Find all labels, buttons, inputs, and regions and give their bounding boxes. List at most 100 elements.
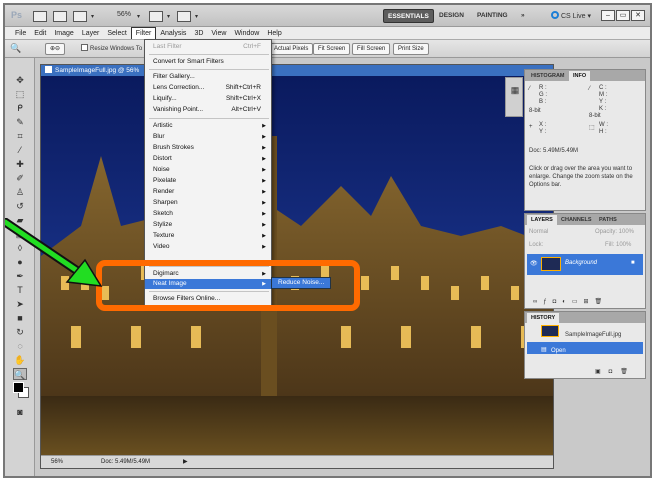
chevron-down-icon[interactable]: ▾ — [137, 13, 140, 20]
fit-screen-button[interactable]: Fit Screen — [313, 43, 351, 55]
menu-item-vanishing-point[interactable]: Vanishing Point... Alt+Ctrl+V — [145, 105, 271, 115]
restore-icon[interactable]: ▭ — [616, 10, 630, 21]
tab-paths[interactable]: PATHS — [595, 215, 621, 225]
menu-item-video[interactable]: Video ▶ — [145, 242, 271, 252]
menu-analysis[interactable]: Analysis — [156, 27, 190, 39]
path-select-tool-icon[interactable]: ➤ — [13, 298, 27, 310]
view-extras-icon[interactable] — [73, 11, 87, 22]
layer-name: Background — [565, 260, 598, 266]
healing-brush-tool-icon[interactable]: ✚ — [13, 158, 27, 170]
info-g: G : — [539, 92, 548, 98]
resize-windows-checkbox[interactable]: Resize Windows To — [81, 44, 142, 52]
layer-row[interactable]: 👁 Background ■ — [527, 254, 643, 275]
menu-item-sketch[interactable]: Sketch ▶ — [145, 209, 271, 219]
info-k: K : — [599, 106, 607, 112]
menu-item-artistic[interactable]: Artistic ▶ — [145, 121, 271, 131]
zoom-level[interactable]: 56% — [117, 11, 131, 18]
menu-file[interactable]: File — [11, 27, 30, 39]
menu-item-stylize[interactable]: Stylize ▶ — [145, 220, 271, 230]
3d-orbit-tool-icon[interactable]: ◌ — [13, 340, 27, 352]
menu-window[interactable]: Window — [230, 27, 263, 39]
mini-bridge-icon[interactable] — [53, 11, 67, 22]
menu-item-pixelate[interactable]: Pixelate ▶ — [145, 176, 271, 186]
tab-histogram[interactable]: HISTOGRAM — [527, 71, 569, 81]
workspace-design[interactable]: DESIGN — [435, 9, 468, 23]
minimize-icon[interactable]: – — [601, 10, 615, 21]
chevron-down-icon[interactable]: ▾ — [195, 13, 198, 20]
brush-tool-icon[interactable]: ✐ — [13, 172, 27, 184]
chevron-down-icon[interactable]: ▾ — [91, 13, 94, 20]
menu-help[interactable]: Help — [263, 27, 285, 39]
document-tab[interactable]: SampleImageFull.jpg @ 56% — [41, 65, 553, 76]
lasso-tool-icon[interactable]: ᑭ — [13, 102, 27, 114]
fill-screen-button[interactable]: Fill Screen — [352, 43, 391, 55]
zoom-tool-icon[interactable]: 🔍 — [13, 368, 27, 380]
menu-item-lens-correction[interactable]: Lens Correction... Shift+Ctrl+R — [145, 83, 271, 93]
hand-tool-icon[interactable]: ✋ — [13, 354, 27, 366]
history-state-name: Open — [551, 348, 566, 354]
screen-mode-icon[interactable] — [177, 11, 191, 22]
quick-select-tool-icon[interactable]: ✎ — [13, 116, 27, 128]
menu-item-noise[interactable]: Noise ▶ — [145, 165, 271, 175]
history-snapshot[interactable]: SampleImageFull.jpg — [527, 325, 643, 338]
tab-layers[interactable]: LAYERS — [527, 215, 557, 225]
opacity-field[interactable]: Opacity: 100% — [595, 229, 634, 235]
cs-live-button[interactable]: CS Live ▾ — [551, 11, 591, 20]
menu-3d[interactable]: 3D — [190, 27, 207, 39]
zoom-mode-icon[interactable]: ⊕⊖ — [45, 43, 66, 55]
lock-icon: ■ — [631, 260, 635, 266]
foreground-color-swatch[interactable] — [13, 382, 24, 393]
menu-item-filter-gallery[interactable]: Filter Gallery... — [145, 72, 271, 82]
menu-item-last-filter[interactable]: Last Filter Ctrl+F — [145, 42, 271, 52]
print-size-button[interactable]: Print Size — [393, 43, 429, 55]
eyedropper-tool-icon[interactable]: ⁄ — [13, 144, 27, 156]
menu-image[interactable]: Image — [50, 27, 77, 39]
history-state[interactable]: ▤ Open — [527, 342, 643, 354]
close-icon[interactable]: ✕ — [631, 10, 645, 21]
shape-tool-icon[interactable]: ■ — [13, 312, 27, 324]
3d-rotate-tool-icon[interactable]: ↻ — [13, 326, 27, 338]
menu-item-texture[interactable]: Texture ▶ — [145, 231, 271, 241]
menu-item-distort[interactable]: Distort ▶ — [145, 154, 271, 164]
stamp-tool-icon[interactable]: ♙ — [13, 186, 27, 198]
navigator-icon[interactable]: ▦ — [508, 84, 522, 96]
menu-item-sharpen[interactable]: Sharpen ▶ — [145, 198, 271, 208]
menu-filter[interactable]: Filter — [130, 27, 157, 39]
menu-edit[interactable]: Edit — [30, 27, 50, 39]
chevron-down-icon[interactable]: ▾ — [167, 13, 170, 20]
marquee-tool-icon[interactable]: ⬚ — [13, 88, 27, 100]
tab-history[interactable]: HISTORY — [527, 313, 560, 323]
eyedropper-icon: ⁄ — [529, 86, 531, 92]
tab-channels[interactable]: CHANNELS — [557, 215, 596, 225]
info-w: W : — [599, 122, 608, 128]
arrange-documents-icon[interactable] — [149, 11, 163, 22]
menu-layer[interactable]: Layer — [78, 27, 104, 39]
submenu-arrow-icon: ▶ — [262, 156, 266, 162]
submenu-arrow-icon: ▶ — [262, 244, 266, 250]
tab-info[interactable]: INFO — [569, 71, 591, 81]
menu-item-brush-strokes[interactable]: Brush Strokes ▶ — [145, 143, 271, 153]
crop-tool-icon[interactable]: ⌗ — [13, 130, 27, 142]
zoom-tool-icon[interactable]: 🔍 — [9, 42, 23, 54]
bridge-icon[interactable] — [33, 11, 47, 22]
actual-pixels-button[interactable]: Actual Pixels — [269, 43, 314, 55]
workspace-painting[interactable]: PAINTING — [473, 9, 512, 23]
menu-item-render[interactable]: Render ▶ — [145, 187, 271, 197]
workspace-overflow[interactable]: » — [517, 9, 529, 23]
menu-item-liquify[interactable]: Liquify... Shift+Ctrl+X — [145, 94, 271, 104]
menu-item-convert-smart-filters[interactable]: Convert for Smart Filters — [145, 57, 271, 67]
history-actions-icons[interactable]: ▣◘🗑 — [595, 368, 636, 375]
workspace-essentials[interactable]: ESSENTIALS — [383, 9, 434, 23]
fill-field[interactable]: Fill: 100% — [605, 242, 631, 248]
menu-view[interactable]: View — [207, 27, 230, 39]
quick-mask-icon[interactable]: ◙ — [13, 406, 27, 418]
chevron-right-icon[interactable]: ▶ — [183, 456, 188, 468]
eye-icon[interactable]: 👁 — [530, 260, 538, 267]
history-brush-tool-icon[interactable]: ↺ — [13, 200, 27, 212]
menu-item-blur[interactable]: Blur ▶ — [145, 132, 271, 142]
menu-select[interactable]: Select — [103, 27, 130, 39]
layer-actions-icons[interactable]: ∞ƒ◘◐▭⊞🗑 — [533, 298, 608, 305]
status-zoom[interactable]: 56% — [51, 456, 63, 468]
blend-mode-select[interactable]: Normal — [529, 229, 548, 235]
move-tool-icon[interactable]: ✥ — [13, 74, 27, 86]
